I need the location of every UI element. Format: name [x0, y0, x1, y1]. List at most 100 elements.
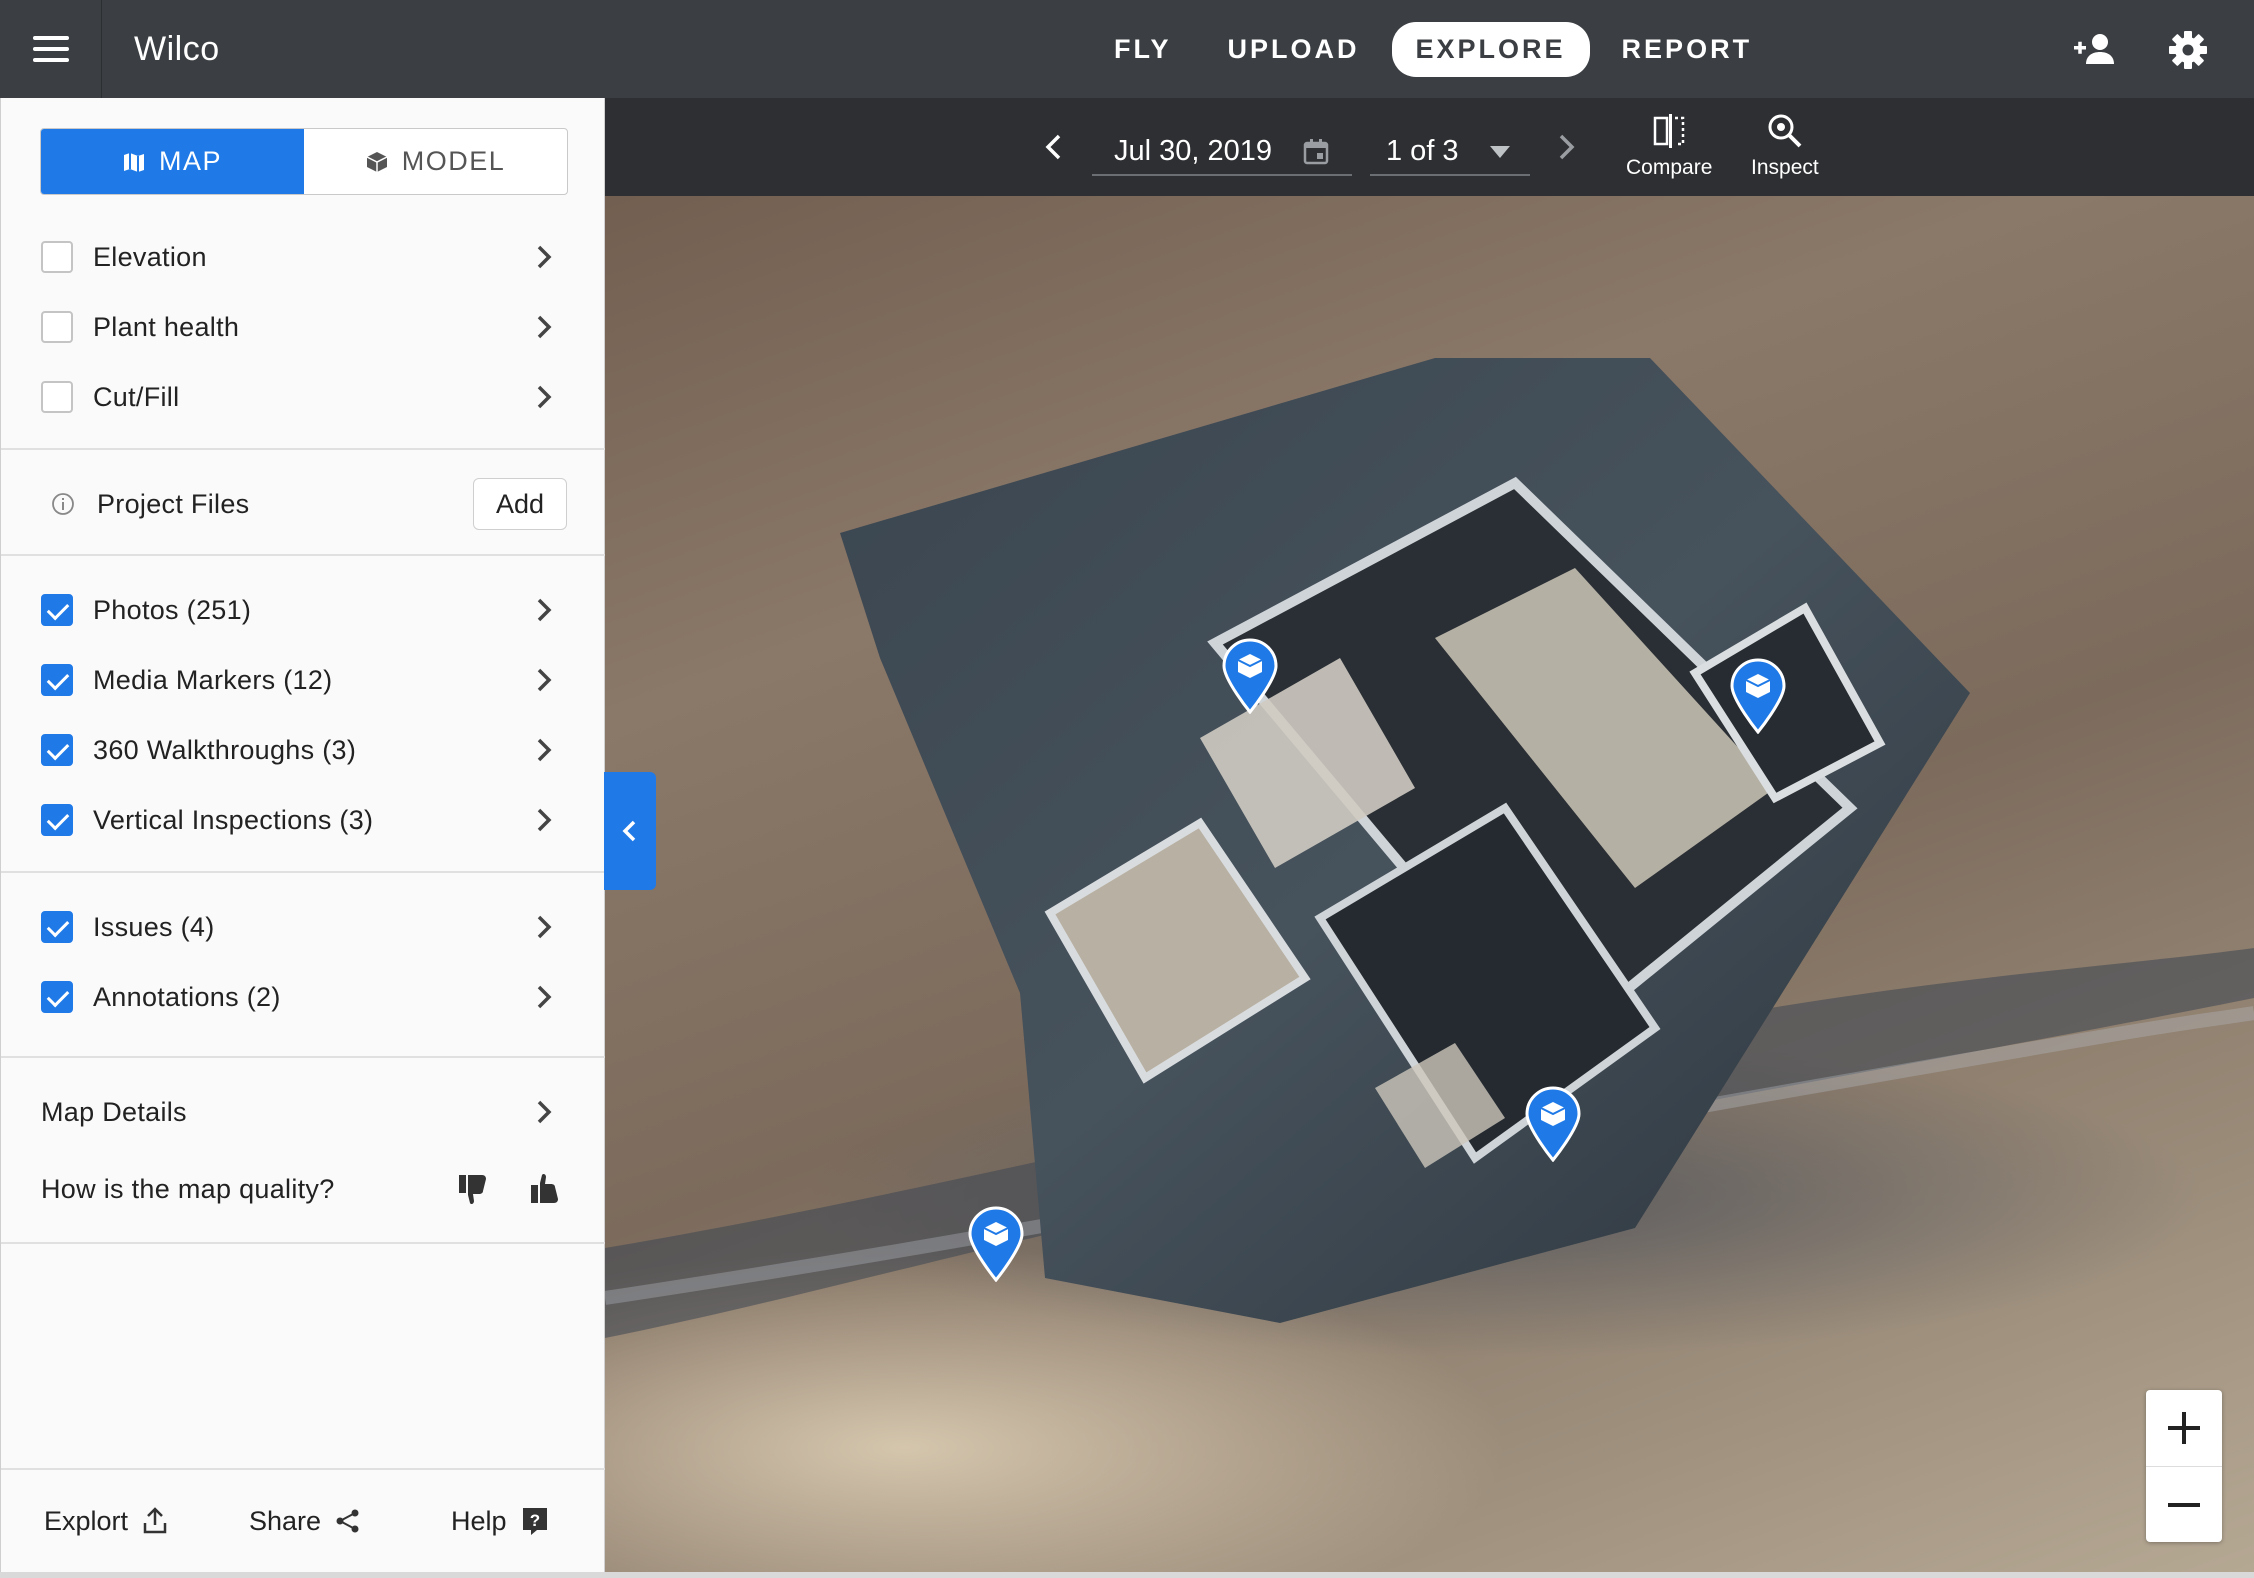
nav-fly[interactable]: FLY: [1090, 22, 1196, 77]
chevron-right-icon[interactable]: [531, 667, 557, 693]
media-marker-icon[interactable]: [968, 1206, 1024, 1282]
content-row-media-markers[interactable]: Media Markers (12): [1, 648, 605, 712]
export-button[interactable]: Explort: [44, 1506, 168, 1537]
model-view-button[interactable]: MODEL: [304, 129, 567, 194]
cut-fill-checkbox[interactable]: [41, 381, 73, 413]
previous-date-icon[interactable]: [1039, 132, 1069, 162]
content-row-vertical-inspections[interactable]: Vertical Inspections (3): [1, 788, 605, 852]
content-label: Vertical Inspections (3): [93, 804, 374, 835]
map-canvas[interactable]: [605, 98, 2254, 1572]
nav-upload[interactable]: UPLOAD: [1204, 22, 1384, 77]
compare-icon: [1653, 114, 1685, 148]
share-label: Share: [249, 1505, 322, 1536]
content-row-photos[interactable]: Photos (251): [1, 578, 605, 642]
sidebar-footer: Explort Share Help ?: [1, 1468, 605, 1572]
calendar-icon[interactable]: [1302, 138, 1330, 166]
help-label: Help: [451, 1505, 507, 1536]
chevron-right-icon[interactable]: [531, 314, 557, 340]
chevron-right-icon[interactable]: [531, 384, 557, 410]
chevron-right-icon[interactable]: [531, 807, 557, 833]
media-marker-icon[interactable]: [1525, 1086, 1581, 1162]
divider: [1, 1056, 605, 1058]
zoom-control: [2146, 1390, 2222, 1542]
orthomosaic-image: [605, 358, 2254, 1338]
divider: [1, 448, 605, 450]
add-user-icon[interactable]: [2072, 26, 2120, 74]
annotations-checkbox[interactable]: [41, 981, 73, 1013]
inspect-icon: [1768, 114, 1802, 148]
layer-row-cut-fill[interactable]: Cut/Fill: [1, 365, 605, 429]
walkthroughs-checkbox[interactable]: [41, 734, 73, 766]
help-button[interactable]: Help ?: [451, 1506, 549, 1537]
issues-row[interactable]: Issues (4): [1, 895, 605, 959]
map-view-button[interactable]: MAP: [41, 129, 304, 194]
plant-health-checkbox[interactable]: [41, 311, 73, 343]
chevron-down-icon: [1490, 146, 1510, 158]
next-date-icon[interactable]: [1551, 132, 1581, 162]
map-quality-row: How is the map quality?: [1, 1157, 605, 1221]
share-icon: [336, 1509, 359, 1533]
chevron-right-icon[interactable]: [531, 1099, 557, 1125]
project-files-label: Project Files: [97, 488, 250, 519]
annotations-label: Annotations (2): [93, 981, 281, 1012]
map-icon: [123, 152, 144, 172]
content-label: Photos (251): [93, 594, 252, 625]
map-details-row[interactable]: Map Details: [1, 1080, 605, 1144]
elevation-checkbox[interactable]: [41, 241, 73, 273]
chevron-left-icon: [622, 820, 636, 842]
gear-icon[interactable]: [2164, 26, 2212, 74]
divider: [1, 554, 605, 556]
collapse-sidebar-button[interactable]: [604, 772, 656, 890]
zoom-out-button[interactable]: [2146, 1466, 2222, 1542]
issues-checkbox[interactable]: [41, 911, 73, 943]
layer-row-plant-health[interactable]: Plant health: [1, 295, 605, 359]
thumbs-down-icon[interactable]: [455, 1171, 491, 1207]
date-value: Jul 30, 2019: [1114, 134, 1273, 167]
annotations-row[interactable]: Annotations (2): [1, 965, 605, 1029]
layer-label: Cut/Fill: [93, 381, 180, 412]
inspect-label: Inspect: [1751, 156, 1819, 179]
main-nav: FLY UPLOAD EXPLORE REPORT: [1090, 0, 1776, 98]
content-label: Media Markers (12): [93, 664, 333, 695]
date-picker[interactable]: Jul 30, 2019: [1092, 128, 1352, 176]
nav-explore[interactable]: EXPLORE: [1391, 21, 1590, 77]
content-label: 360 Walkthroughs (3): [93, 734, 357, 765]
chevron-right-icon[interactable]: [531, 244, 557, 270]
share-button[interactable]: Share: [249, 1506, 361, 1537]
content-row-walkthroughs[interactable]: 360 Walkthroughs (3): [1, 718, 605, 782]
chevron-right-icon[interactable]: [531, 597, 557, 623]
view-toggle: MAP MODEL: [40, 128, 568, 195]
sidebar: MAP MODEL Elevation Plant health Cut/Fil…: [0, 98, 605, 1572]
map-view-label: MAP: [158, 146, 222, 176]
layer-label: Elevation: [93, 241, 207, 272]
info-icon[interactable]: [51, 492, 75, 516]
compare-label: Compare: [1626, 156, 1713, 179]
top-bar: Wilco FLY UPLOAD EXPLORE REPORT: [0, 0, 2254, 98]
vertical-inspections-checkbox[interactable]: [41, 804, 73, 836]
compare-button[interactable]: Compare: [1626, 112, 1712, 180]
add-project-file-button[interactable]: Add: [473, 478, 567, 530]
svg-text:?: ?: [529, 1511, 539, 1530]
media-markers-checkbox[interactable]: [41, 664, 73, 696]
thumbs-up-icon[interactable]: [527, 1171, 563, 1207]
layer-row-elevation[interactable]: Elevation: [1, 225, 605, 289]
chevron-right-icon[interactable]: [531, 737, 557, 763]
chevron-right-icon[interactable]: [531, 984, 557, 1010]
nav-report[interactable]: REPORT: [1598, 22, 1777, 77]
map-details-label: Map Details: [41, 1096, 187, 1127]
media-marker-icon[interactable]: [1222, 638, 1278, 714]
issues-label: Issues (4): [93, 911, 215, 942]
inspect-button[interactable]: Inspect: [1751, 112, 1819, 180]
media-marker-icon[interactable]: [1730, 658, 1786, 734]
layer-label: Plant health: [93, 311, 240, 342]
upload-icon: [143, 1507, 167, 1534]
photos-checkbox[interactable]: [41, 594, 73, 626]
zoom-in-button[interactable]: [2146, 1390, 2222, 1466]
chevron-right-icon[interactable]: [531, 914, 557, 940]
divider: [1, 1242, 605, 1244]
menu-icon[interactable]: [0, 0, 102, 98]
cube-icon: [366, 151, 388, 172]
model-view-label: MODEL: [401, 146, 506, 176]
page-selector[interactable]: 1 of 3: [1370, 128, 1530, 176]
map-quality-label: How is the map quality?: [41, 1173, 335, 1204]
